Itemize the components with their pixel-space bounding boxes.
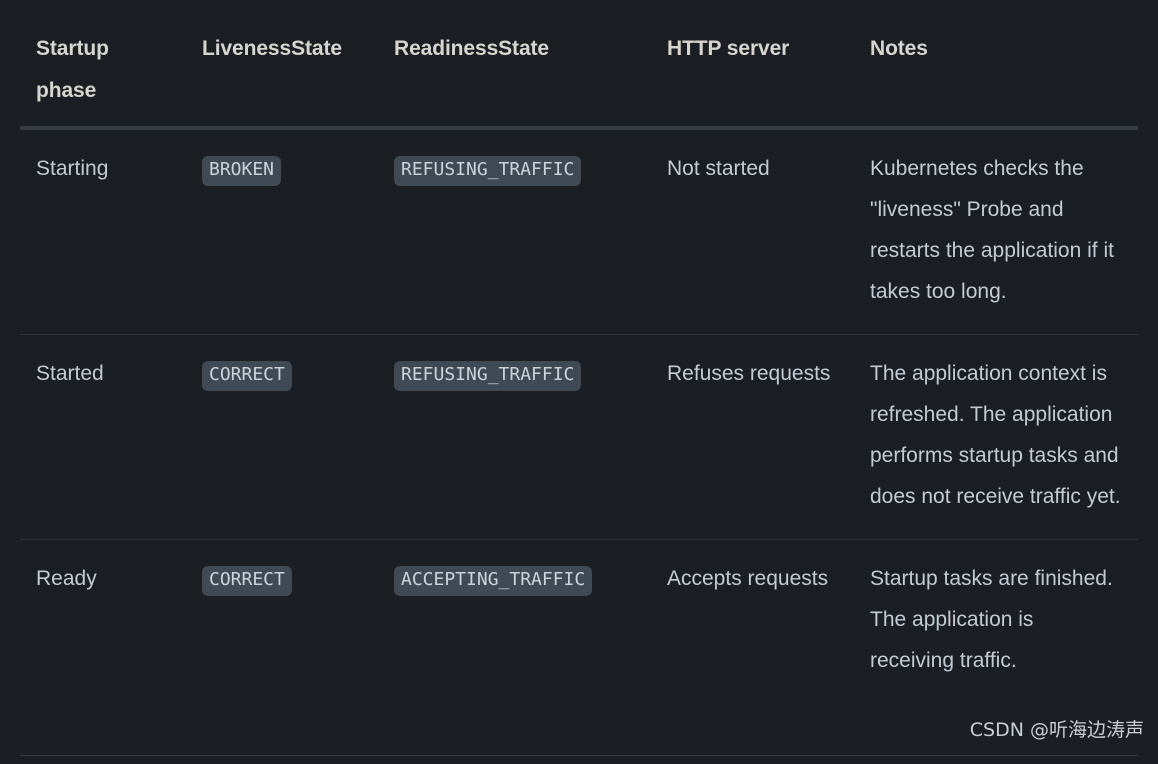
startup-phase-value: Ready	[36, 567, 97, 590]
startup-phase-value: Started	[36, 362, 104, 385]
cell-http-server: Refuses requests	[651, 334, 854, 540]
column-header-liveness-state: LivenessState	[186, 0, 378, 130]
liveness-state-badge: CORRECT	[202, 566, 292, 596]
cell-http-server: Accepts requests	[651, 540, 854, 704]
liveness-state-badge: BROKEN	[202, 156, 282, 186]
startup-phase-value: Starting	[36, 157, 109, 180]
table-row: Ready CORRECT ACCEPTING_TRAFFIC Accepts …	[20, 540, 1138, 704]
table-header: Startup phase LivenessState ReadinessSta…	[20, 0, 1138, 130]
notes-value: Kubernetes checks the "liveness" Probe a…	[870, 157, 1114, 303]
table-row: Started CORRECT REFUSING_TRAFFIC Refuses…	[20, 334, 1138, 540]
startup-phase-table: Startup phase LivenessState ReadinessSta…	[20, 0, 1138, 703]
notes-value: The application context is refreshed. Th…	[870, 362, 1121, 508]
cell-notes: The application context is refreshed. Th…	[854, 334, 1138, 540]
cell-notes: Startup tasks are finished. The applicat…	[854, 540, 1138, 704]
http-server-value: Accepts requests	[667, 567, 829, 590]
table-row: Starting BROKEN REFUSING_TRAFFIC Not sta…	[20, 128, 1138, 335]
table-body: Starting BROKEN REFUSING_TRAFFIC Not sta…	[20, 128, 1138, 703]
readiness-state-badge: REFUSING_TRAFFIC	[394, 156, 582, 186]
cell-liveness-state: CORRECT	[186, 540, 378, 704]
column-header-notes: Notes	[854, 0, 1138, 130]
column-header-http-server: HTTP server	[651, 0, 854, 130]
cell-readiness-state: REFUSING_TRAFFIC	[378, 334, 651, 540]
cell-startup-phase: Ready	[20, 540, 186, 704]
column-header-readiness-state: ReadinessState	[378, 0, 651, 130]
liveness-state-badge: CORRECT	[202, 361, 292, 391]
readiness-state-badge: REFUSING_TRAFFIC	[394, 361, 582, 391]
cell-liveness-state: BROKEN	[186, 128, 378, 335]
cell-startup-phase: Started	[20, 334, 186, 540]
cell-readiness-state: REFUSING_TRAFFIC	[378, 128, 651, 335]
http-server-value: Not started	[667, 157, 770, 180]
cell-readiness-state: ACCEPTING_TRAFFIC	[378, 540, 651, 704]
table-header-row: Startup phase LivenessState ReadinessSta…	[20, 0, 1138, 130]
cell-http-server: Not started	[651, 128, 854, 335]
readiness-state-badge: ACCEPTING_TRAFFIC	[394, 566, 593, 596]
cell-startup-phase: Starting	[20, 128, 186, 335]
startup-phase-table-container: Startup phase LivenessState ReadinessSta…	[20, 0, 1138, 756]
column-header-startup-phase: Startup phase	[20, 0, 186, 130]
http-server-value: Refuses requests	[667, 362, 831, 385]
cell-liveness-state: CORRECT	[186, 334, 378, 540]
notes-value: Startup tasks are finished. The applicat…	[870, 567, 1113, 672]
cell-notes: Kubernetes checks the "liveness" Probe a…	[854, 128, 1138, 335]
